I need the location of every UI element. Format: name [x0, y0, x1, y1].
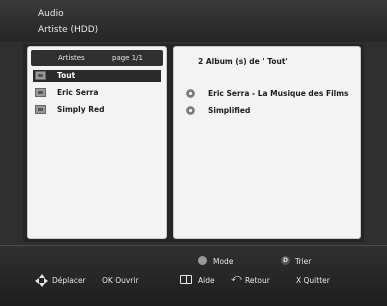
album-label: Eric Serra - La Musique des Films: [208, 89, 349, 98]
folder-icon: [35, 71, 46, 80]
mode-hint[interactable]: Mode: [213, 257, 233, 266]
audio-browser-screen: Audio Artiste (HDD) Artistes page 1/1 To…: [0, 0, 387, 306]
artists-page-indicator: page 1/1: [112, 54, 143, 62]
mode-button-icon: [198, 256, 207, 265]
folder-icon: [35, 88, 46, 97]
albums-panel-title: 2 Album (s) de ' Tout': [198, 57, 288, 66]
retour-hint[interactable]: Retour: [245, 276, 270, 285]
book-icon: [180, 275, 192, 284]
artist-label: Tout: [57, 71, 76, 80]
ok-ouvrir-hint[interactable]: OK Ouvrir: [102, 276, 139, 285]
quitter-hint[interactable]: X Quitter: [296, 276, 330, 285]
trier-button-icon: D: [281, 256, 290, 265]
artists-panel-header: Artistes page 1/1: [31, 50, 163, 66]
artist-item-tout[interactable]: Tout: [33, 70, 161, 82]
artists-panel-title: Artistes: [58, 54, 85, 62]
dpad-icon: [35, 274, 48, 287]
folder-icon: [35, 105, 46, 114]
section-title: Audio: [38, 9, 64, 19]
back-arrow-icon: ⤺: [231, 273, 242, 284]
artist-label: Eric Serra: [57, 88, 99, 97]
albums-panel: 2 Album (s) de ' Tout' Eric Serra - La M…: [173, 46, 361, 239]
source-title: Artiste (HDD): [38, 25, 99, 35]
aide-hint[interactable]: Aide: [198, 276, 215, 285]
disc-icon: [186, 106, 195, 115]
artists-panel: Artistes page 1/1 Tout Eric Serra Simply…: [27, 46, 167, 239]
header: Audio Artiste (HDD): [0, 0, 387, 42]
artist-item-eric-serra[interactable]: Eric Serra: [33, 87, 161, 99]
deplacer-hint[interactable]: Déplacer: [52, 276, 86, 285]
trier-hint[interactable]: Trier: [295, 257, 311, 266]
artist-label: Simply Red: [57, 105, 105, 114]
artist-item-simply-red[interactable]: Simply Red: [33, 104, 161, 116]
album-label: Simplified: [208, 106, 251, 115]
disc-icon: [186, 89, 195, 98]
